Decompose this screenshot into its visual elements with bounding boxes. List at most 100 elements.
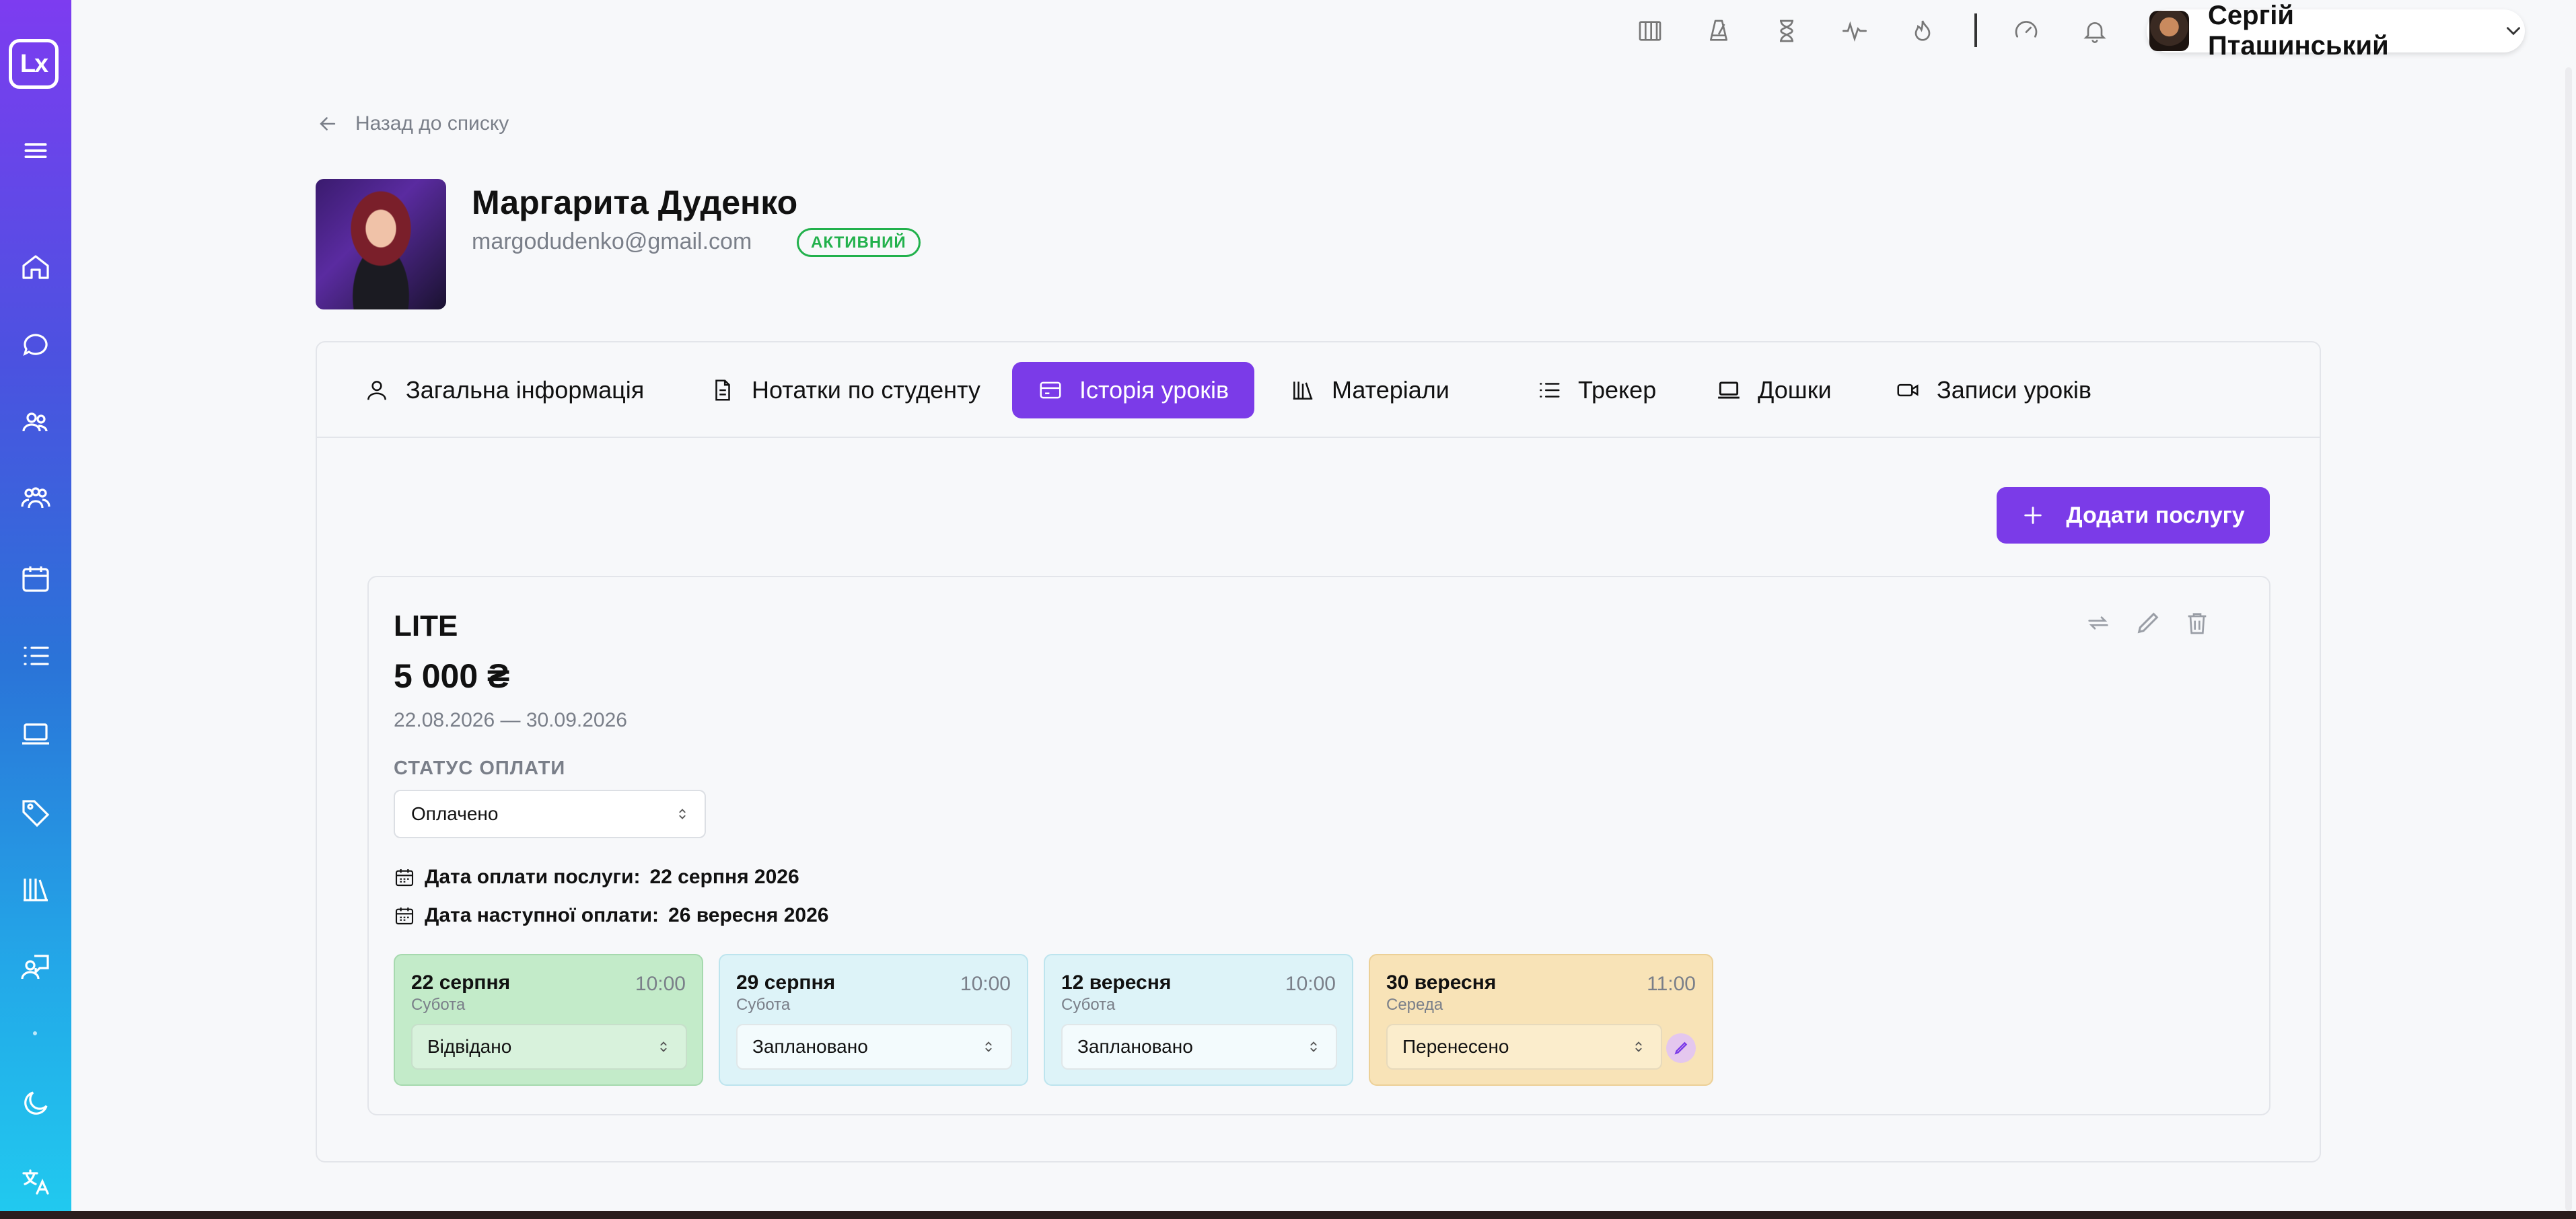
- sidebar-item-tags[interactable]: [0, 785, 71, 839]
- tab-label: Матеріали: [1332, 376, 1450, 404]
- next-payment-value: 26 вересня 2026: [668, 904, 829, 926]
- lesson-weekday: Субота: [736, 996, 791, 1014]
- user-icon: [364, 377, 390, 403]
- lesson-status-value: Заплановано: [752, 1036, 868, 1057]
- arrow-left-icon: [316, 112, 339, 135]
- paid-date-label: Дата оплати послуги:: [425, 866, 641, 888]
- add-service-button[interactable]: Додати послугу: [1997, 487, 2270, 544]
- speedometer-icon[interactable]: [2010, 15, 2042, 47]
- sidebar-item-list[interactable]: [0, 629, 71, 683]
- page-scrollbar[interactable]: [2565, 67, 2572, 1211]
- student-details-card: Загальна інформація Нотатки по студенту …: [316, 341, 2321, 1162]
- sidebar-item-groups[interactable]: [0, 472, 71, 525]
- calendar-icon: [20, 562, 52, 595]
- lesson-status-select[interactable]: Заплановано: [736, 1024, 1012, 1070]
- sidebar-item-calendar[interactable]: [0, 552, 71, 605]
- status-badge: АКТИВНИЙ: [797, 228, 921, 257]
- sidebar-item-library[interactable]: [0, 862, 71, 916]
- lesson-status-select[interactable]: Відвідано: [411, 1024, 687, 1070]
- student-name: Маргарита Дуденко: [472, 184, 798, 221]
- sidebar-item-teaching[interactable]: [0, 940, 71, 994]
- tab-label: Загальна інформація: [406, 376, 645, 404]
- service-title: LITE: [394, 610, 458, 642]
- lesson-status-select[interactable]: Заплановано: [1061, 1024, 1337, 1070]
- tab-tracker[interactable]: Трекер: [1511, 362, 1682, 418]
- lesson-card[interactable]: 22 серпня Субота 10:00 Відвідано: [394, 954, 703, 1086]
- tab-lesson-history[interactable]: Історія уроків: [1012, 362, 1255, 418]
- lesson-card[interactable]: 30 вересня Середа 11:00 Перенесено: [1369, 954, 1713, 1086]
- tab-student-notes[interactable]: Нотатки по студенту: [684, 362, 1006, 418]
- payment-status-select[interactable]: Оплачено: [394, 790, 706, 838]
- avatar: [2149, 11, 2189, 51]
- select-arrows-icon: [1306, 1039, 1321, 1054]
- sidebar-item-theme[interactable]: [0, 1076, 71, 1130]
- piano-icon[interactable]: [1634, 15, 1666, 47]
- pencil-icon: [1672, 1039, 1690, 1057]
- reschedule-edit-button[interactable]: [1666, 1033, 1696, 1063]
- library-icon: [20, 873, 52, 906]
- laptop-icon: [20, 718, 52, 750]
- lesson-date: 29 серпня: [736, 971, 836, 994]
- select-arrows-icon: [981, 1039, 996, 1054]
- service-card: LITE 5 000 ₴ 22.08.2026 — 30.09.2026 СТА…: [367, 576, 2270, 1115]
- lesson-status-value: Відвідано: [427, 1036, 512, 1057]
- next-payment-row: Дата наступної оплати: 26 вересня 2026: [394, 902, 828, 929]
- trash-icon[interactable]: [2181, 607, 2213, 639]
- books-icon: [1290, 377, 1316, 403]
- user-menu[interactable]: Сергій Пташинський: [2147, 1, 2525, 61]
- tab-materials[interactable]: Матеріали: [1264, 362, 1475, 418]
- sidebar-divider-dot: [33, 1031, 37, 1035]
- topbar-divider: [1974, 13, 1977, 47]
- pulse-icon[interactable]: [1838, 15, 1871, 47]
- lesson-weekday: Субота: [411, 996, 466, 1014]
- card-icon: [1038, 377, 1063, 403]
- board-icon: [1716, 377, 1742, 403]
- back-to-list-link[interactable]: Назад до списку: [316, 110, 509, 137]
- lesson-time: 10:00: [1285, 973, 1336, 995]
- sidebar-item-chat[interactable]: [0, 318, 71, 371]
- menu-icon[interactable]: [0, 124, 71, 178]
- tag-icon: [20, 796, 52, 828]
- tab-lesson-recordings[interactable]: Записи уроків: [1869, 362, 2117, 418]
- lesson-time: 10:00: [635, 973, 686, 995]
- sidebar-item-laptop[interactable]: [0, 707, 71, 761]
- flame-icon[interactable]: [1906, 15, 1939, 47]
- back-link-label: Назад до списку: [355, 112, 509, 135]
- logo-text: Lx: [20, 49, 48, 78]
- lesson-weekday: Субота: [1061, 996, 1116, 1014]
- sidebar-item-home[interactable]: [0, 240, 71, 294]
- document-icon: [710, 377, 736, 403]
- calendar-icon: [394, 866, 415, 888]
- list-icon: [20, 640, 52, 672]
- tab-boards[interactable]: Дошки: [1690, 362, 1857, 418]
- translate-icon: [20, 1165, 52, 1197]
- lesson-status-value: Перенесено: [1402, 1036, 1509, 1057]
- student-email: margodudenko@gmail.com: [472, 229, 752, 254]
- edit-icon[interactable]: [2132, 607, 2164, 639]
- lesson-status-select[interactable]: Перенесено: [1386, 1024, 1662, 1070]
- students-icon: [20, 406, 52, 438]
- repeat-icon[interactable]: [2082, 607, 2114, 639]
- tab-label: Нотатки по студенту: [752, 376, 980, 404]
- bell-icon[interactable]: [2079, 15, 2111, 47]
- moon-icon: [20, 1087, 52, 1119]
- payment-status-label: СТАТУС ОПЛАТИ: [394, 758, 566, 779]
- lesson-card[interactable]: 12 вересня Субота 10:00 Заплановано: [1044, 954, 1353, 1086]
- add-service-label: Додати послугу: [2066, 502, 2245, 528]
- select-arrows-icon: [656, 1039, 671, 1054]
- hourglass-icon[interactable]: [1770, 15, 1803, 47]
- paid-date-row: Дата оплати послуги: 22 серпня 2026: [394, 864, 799, 891]
- sidebar: Lx: [0, 0, 71, 1211]
- app-logo[interactable]: Lx: [9, 39, 59, 89]
- window-bottom-edge: [0, 1211, 2576, 1219]
- plus-icon: [2022, 504, 2044, 527]
- lesson-date: 30 вересня: [1386, 971, 1497, 994]
- metronome-icon[interactable]: [1703, 15, 1735, 47]
- home-icon: [20, 251, 52, 283]
- sidebar-item-students[interactable]: [0, 395, 71, 449]
- tab-label: Історія уроків: [1079, 376, 1229, 404]
- lesson-card[interactable]: 29 серпня Субота 10:00 Заплановано: [719, 954, 1028, 1086]
- sidebar-item-language[interactable]: [0, 1154, 71, 1208]
- lesson-status-value: Заплановано: [1077, 1036, 1193, 1057]
- tab-general-info[interactable]: Загальна інформація: [338, 362, 670, 418]
